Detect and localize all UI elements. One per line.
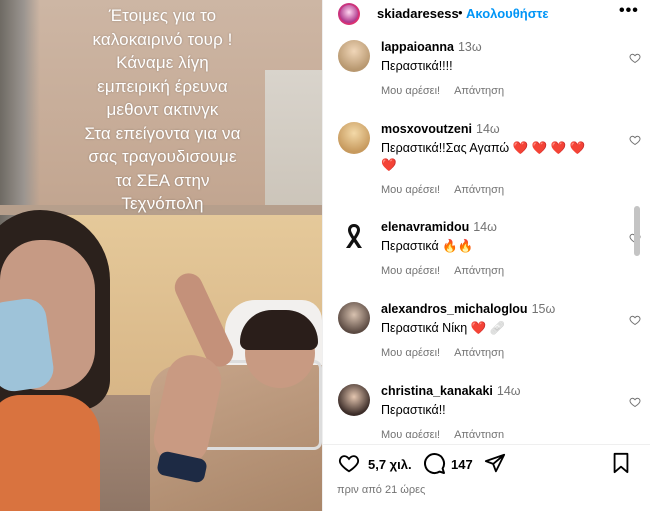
- comment-reply-link[interactable]: Απάντηση: [454, 85, 504, 97]
- commenter-avatar[interactable]: [338, 220, 370, 252]
- separator-dot: •: [458, 5, 463, 20]
- comment-username[interactable]: lappaioanna: [381, 40, 454, 54]
- comment-text: Περαστικά!!!!: [381, 59, 453, 73]
- comment-bubble-icon[interactable]: [422, 451, 446, 475]
- comment-text-continued: ❤️: [381, 158, 397, 172]
- comment-username-row: lappaioanna 13ω: [381, 40, 482, 54]
- comment-actions: Μου αρέσει! Απάντηση: [381, 265, 518, 277]
- comment-reply-link[interactable]: Απάντηση: [454, 184, 504, 196]
- comment-heart-icon[interactable]: [629, 396, 641, 408]
- comment-reply-link[interactable]: Απάντηση: [454, 429, 504, 438]
- caption-line: τα ΣΕΑ στην: [115, 170, 210, 190]
- comment-like-link[interactable]: Μου αρέσει!: [381, 265, 440, 277]
- comment-username[interactable]: elenavramidou: [381, 220, 469, 234]
- comment-time: 15ω: [531, 302, 556, 316]
- comment-text: Περαστικά 🔥🔥: [381, 239, 474, 253]
- comment-like-link[interactable]: Μου αρέσει!: [381, 85, 440, 97]
- comment-reply-link[interactable]: Απάντηση: [454, 265, 504, 277]
- share-send-icon[interactable]: [483, 452, 507, 474]
- post-header: skiadaresess • Ακολουθήστε •••: [323, 0, 650, 28]
- commenter-avatar[interactable]: [338, 384, 370, 416]
- comment-time: 14ω: [476, 122, 500, 136]
- comment-username-row: mosxovoutzeni 14ω: [381, 122, 500, 136]
- comment-time: 14ω: [473, 220, 497, 234]
- likes-count[interactable]: 5,7 χιλ.: [368, 457, 412, 472]
- comment-username-row: alexandros_michaloglou 15ω: [381, 302, 555, 316]
- comment-username[interactable]: alexandros_michaloglou: [381, 302, 528, 316]
- comment-item: alexandros_michaloglou 15ω Περαστικά Νίκη…: [323, 300, 641, 370]
- author-avatar[interactable]: [338, 3, 360, 25]
- comment-username-row: christina_kanakaki 14ω: [381, 384, 521, 398]
- comments-list[interactable]: lappaioanna 13ω Περαστικά!!!! Μου αρέσει!…: [323, 32, 641, 438]
- comment-text: Περαστικά Νίκη ❤️ 🩹: [381, 321, 506, 335]
- comment-item: mosxovoutzeni 14ω Περαστικά!!Σας Αγαπώ ❤️…: [323, 120, 641, 208]
- comment-item: elenavramidou 14ω Περαστικά 🔥🔥 Μου αρέσει…: [323, 218, 641, 288]
- comment-actions: Μου αρέσει! Απάντηση: [381, 184, 518, 196]
- follow-button[interactable]: Ακολουθήστε: [466, 6, 549, 21]
- comment-time: 13ω: [457, 40, 482, 54]
- caption-line: σας τραγουδισουμε: [88, 147, 237, 166]
- caption-line: Στα επείγοντα για να: [84, 123, 241, 143]
- post-media[interactable]: Έτοιμες για το καλοκαιρινό τουρ ! Κάναμε…: [0, 0, 322, 511]
- comment-username[interactable]: christina_kanakaki: [381, 384, 493, 398]
- comment-text: Περαστικά!!Σας Αγαπώ ❤️ ❤️ ❤️ ❤️: [381, 141, 586, 155]
- commenter-avatar[interactable]: [338, 40, 370, 72]
- comments-scrollbar[interactable]: [634, 206, 640, 256]
- commenter-avatar[interactable]: [338, 302, 370, 334]
- comment-item: christina_kanakaki 14ω Περαστικά!! Μου αρ…: [323, 382, 641, 438]
- caption-line: καλοκαιρινό τουρ !: [92, 29, 233, 49]
- caption-line: Έτοιμες για το: [108, 6, 217, 25]
- commenter-avatar[interactable]: [338, 122, 370, 154]
- photo-shirt: [0, 395, 100, 511]
- comment-actions: Μου αρέσει! Απάντηση: [381, 429, 518, 438]
- caption-line: μεθοντ ακτινγκ: [106, 100, 219, 119]
- comment-heart-icon[interactable]: [629, 52, 641, 64]
- post-side-panel: skiadaresess • Ακολουθήστε ••• lappaioan…: [322, 0, 650, 511]
- story-caption-overlay: Έτοιμες για το καλοκαιρινό τουρ ! Κάναμε…: [25, 4, 300, 216]
- comment-like-link[interactable]: Μου αρέσει!: [381, 184, 440, 196]
- comment-like-link[interactable]: Μου αρέσει!: [381, 347, 440, 359]
- avatar-image: [340, 5, 358, 23]
- caption-line: Κάναμε λίγη: [116, 53, 209, 72]
- comment-item: lappaioanna 13ω Περαστικά!!!! Μου αρέσει!…: [323, 38, 641, 108]
- comment-text: Περαστικά!!: [381, 403, 446, 417]
- comment-like-link[interactable]: Μου αρέσει!: [381, 429, 440, 438]
- post-timestamp: πριν από 21 ώρες: [337, 484, 426, 496]
- comment-heart-icon[interactable]: [629, 314, 641, 326]
- post-actions-bar: 5,7 χιλ. 147: [323, 444, 650, 480]
- bookmark-icon[interactable]: [611, 452, 631, 474]
- comment-username[interactable]: mosxovoutzeni: [381, 122, 472, 136]
- more-options-icon[interactable]: •••: [619, 2, 639, 20]
- author-username[interactable]: skiadaresess: [377, 6, 459, 21]
- comment-heart-icon[interactable]: [629, 134, 641, 146]
- caption-line: Τεχνόπολη: [121, 194, 204, 213]
- comments-count[interactable]: 147: [451, 457, 473, 472]
- comment-actions: Μου αρέσει! Απάντηση: [381, 347, 518, 359]
- comment-reply-link[interactable]: Απάντηση: [454, 347, 504, 359]
- black-ribbon-icon: [346, 224, 362, 248]
- comment-time: 14ω: [496, 384, 521, 398]
- like-heart-icon[interactable]: [337, 452, 361, 474]
- comment-actions: Μου αρέσει! Απάντηση: [381, 85, 518, 97]
- comment-username-row: elenavramidou 14ω: [381, 220, 497, 234]
- caption-line: εμπειρική έρευνα: [97, 76, 228, 96]
